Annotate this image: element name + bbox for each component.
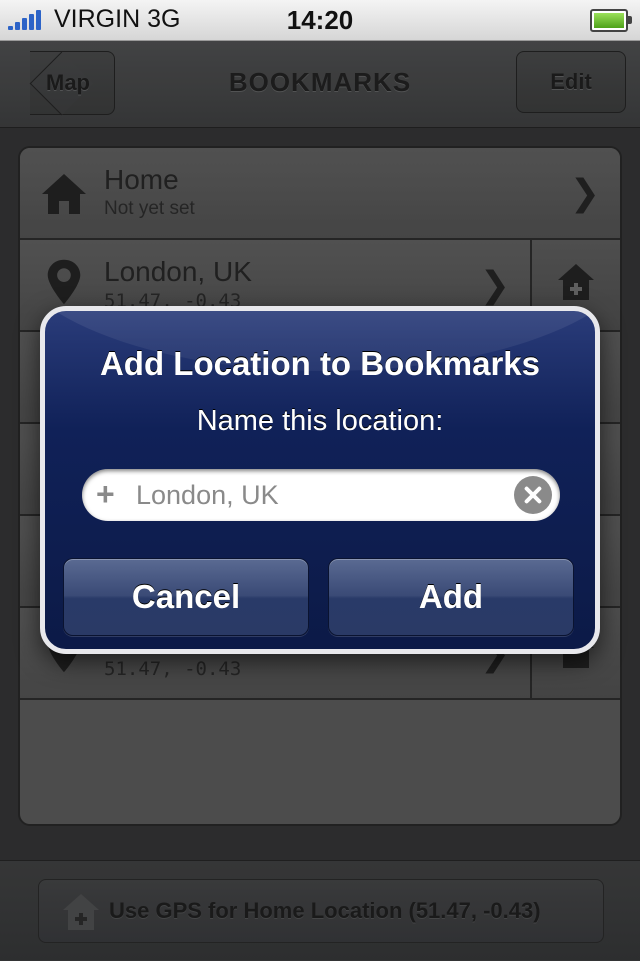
- status-time: 14:20: [286, 5, 354, 35]
- dialog-message: Name this location:: [196, 405, 444, 437]
- add-button[interactable]: Add: [328, 558, 574, 636]
- clear-icon[interactable]: [514, 476, 552, 514]
- location-name-field[interactable]: +: [82, 469, 560, 521]
- cancel-button[interactable]: Cancel: [63, 558, 309, 636]
- plus-icon: +: [96, 476, 115, 512]
- location-name-input[interactable]: [136, 477, 496, 513]
- status-bar: VIRGIN 3G 14:20: [0, 0, 640, 41]
- dialog-title: Add Location to Bookmarks: [99, 345, 541, 382]
- add-bookmark-dialog: Add Location to Bookmarks Name this loca…: [40, 306, 600, 654]
- battery-icon: [590, 9, 632, 32]
